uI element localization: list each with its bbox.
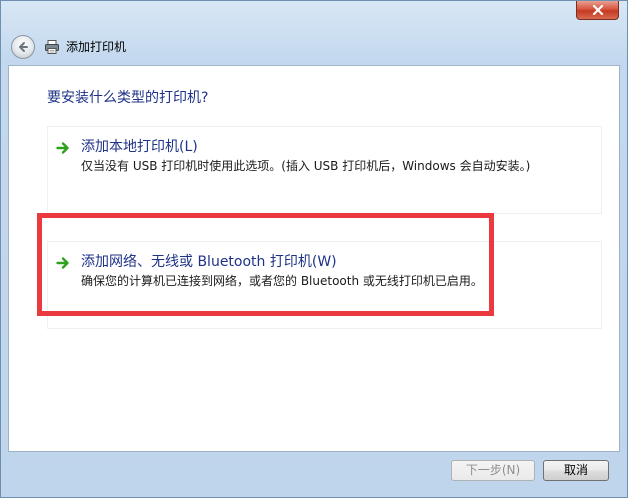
add-printer-window: 添加打印机 要安装什么类型的打印机? 添加本地打印机(L) 仅当没有 USB 打…	[0, 0, 628, 498]
window-title: 添加打印机	[66, 40, 127, 54]
navigation-bar: 添加打印机	[1, 31, 627, 61]
printer-icon	[45, 40, 59, 54]
page-heading: 要安装什么类型的打印机?	[47, 90, 209, 106]
option-description: 仅当没有 USB 打印机时使用此选项。(插入 USB 打印机后，Windows …	[81, 159, 531, 173]
option-title: 添加本地打印机(L)	[81, 139, 198, 155]
option-title: 添加网络、无线或 Bluetooth 打印机(W)	[81, 254, 337, 270]
wizard-content: 要安装什么类型的打印机? 添加本地打印机(L) 仅当没有 USB 打印机时使用此…	[8, 65, 620, 452]
green-arrow-icon	[56, 257, 69, 269]
add-local-printer-option[interactable]: 添加本地打印机(L) 仅当没有 USB 打印机时使用此选项。(插入 USB 打印…	[47, 126, 602, 214]
option-description: 确保您的计算机已连接到网络，或者您的 Bluetooth 或无线打印机已启用。	[81, 274, 483, 288]
close-icon	[592, 5, 603, 15]
back-button[interactable]	[11, 35, 35, 59]
close-button[interactable]	[576, 1, 619, 20]
add-network-printer-option[interactable]: 添加网络、无线或 Bluetooth 打印机(W) 确保您的计算机已连接到网络，…	[47, 241, 602, 329]
next-button[interactable]: 下一步(N)	[451, 460, 535, 481]
back-arrow-icon	[19, 42, 28, 52]
cancel-button[interactable]: 取消	[543, 460, 609, 481]
green-arrow-icon	[56, 142, 69, 154]
